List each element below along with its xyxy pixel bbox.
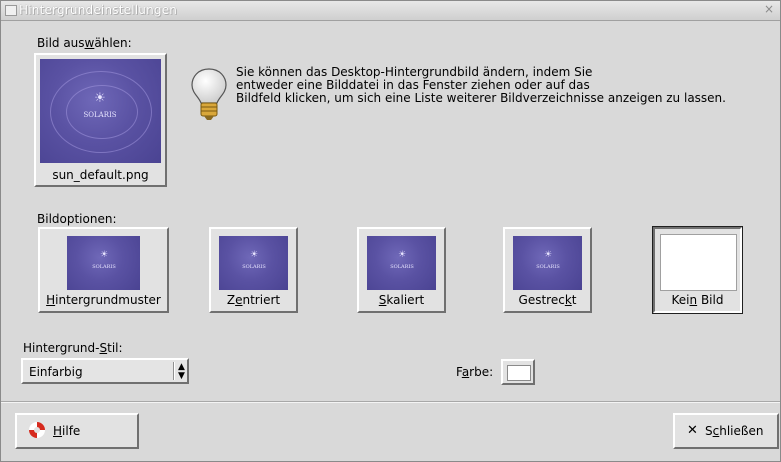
hint-text: Sie können das Desktop-Hintergrundbild ä… xyxy=(236,65,726,105)
option-tiled-button[interactable]: ☀ SOLARIS Hintergrundmuster xyxy=(38,227,169,313)
select-image-label: Bild auswählen: xyxy=(37,36,132,50)
current-image-button[interactable]: ☀ SOLARIS sun_default.png xyxy=(34,53,167,187)
background-style-select[interactable]: Einfarbig ▲ ▼ xyxy=(21,358,189,384)
background-style-value: Einfarbig xyxy=(29,365,83,379)
no-image-preview xyxy=(660,234,737,291)
close-button-label: Schließen xyxy=(705,424,764,438)
x-icon: ✕ xyxy=(687,423,698,438)
updown-arrows-icon: ▲ ▼ xyxy=(178,362,185,381)
scaled-preview: ☀ SOLARIS xyxy=(367,236,436,290)
solaris-sun-icon: ☀ xyxy=(94,91,106,106)
lifebuoy-icon xyxy=(29,422,45,438)
option-stretched-label: Gestreckt xyxy=(518,293,577,307)
option-tiled-label: Hintergrundmuster xyxy=(46,293,161,307)
window-menu-icon[interactable] xyxy=(5,5,17,16)
option-no-image-label: Kein Bild xyxy=(671,293,724,307)
help-button[interactable]: Hilfe xyxy=(15,413,139,449)
close-window-icon[interactable]: × xyxy=(764,2,774,16)
option-scaled-label: Skaliert xyxy=(378,293,425,307)
background-style-label: Hintergrund-Stil: xyxy=(23,341,123,355)
stretched-preview: ☀ SOLARIS xyxy=(513,236,582,290)
solaris-logo-text: SOLARIS xyxy=(83,111,117,119)
option-centered-button[interactable]: ☀ SOLARIS Zentriert xyxy=(209,227,298,313)
option-stretched-button[interactable]: ☀ SOLARIS Gestreckt xyxy=(503,227,592,313)
current-image-thumbnail: ☀ SOLARIS xyxy=(40,59,161,163)
close-button[interactable]: ✕ Schließen xyxy=(673,413,779,449)
current-image-filename: sun_default.png xyxy=(52,168,149,182)
option-scaled-button[interactable]: ☀ SOLARIS Skaliert xyxy=(357,227,446,313)
help-button-label: Hilfe xyxy=(53,424,81,438)
centered-preview: ☀ SOLARIS xyxy=(219,236,288,290)
color-picker-button[interactable] xyxy=(501,359,535,385)
option-centered-label: Zentriert xyxy=(226,293,281,307)
footer-separator xyxy=(1,401,780,403)
tiled-preview: ☀ SOLARIS xyxy=(67,236,140,290)
lightbulb-icon xyxy=(189,67,229,123)
background-settings-window: Hintergrundeinstellungen × Bild auswähle… xyxy=(0,0,781,462)
window-title: Hintergrundeinstellungen xyxy=(19,3,178,17)
option-no-image-button[interactable]: Kein Bild xyxy=(652,226,743,314)
title-bar[interactable]: Hintergrundeinstellungen × xyxy=(1,1,780,21)
color-label: Farbe: xyxy=(456,365,494,379)
color-swatch xyxy=(507,365,531,381)
image-options-label: Bildoptionen: xyxy=(37,212,117,226)
